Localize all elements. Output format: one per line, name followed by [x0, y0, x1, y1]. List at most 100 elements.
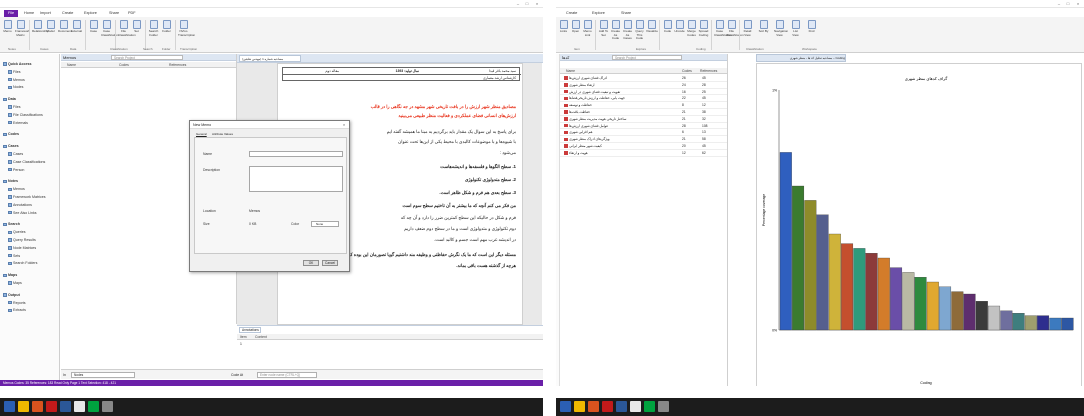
media-icon[interactable]: [32, 401, 43, 412]
tab-create[interactable]: Create: [564, 10, 579, 17]
chart-bar[interactable]: [988, 305, 1001, 331]
chart-bar[interactable]: [877, 257, 890, 331]
table-row[interactable]: ارتقاء منظر شهری 24 28: [560, 82, 727, 89]
search-folder-button[interactable]: Search Folder: [148, 20, 159, 37]
nav-notes[interactable]: Notes: [3, 179, 18, 183]
nvivo-icon[interactable]: [88, 401, 99, 412]
nav-file-classifications[interactable]: File Classifications: [8, 113, 43, 117]
tab-import[interactable]: Import: [38, 10, 53, 17]
nav-sets[interactable]: Sets: [8, 254, 20, 258]
tab-pdf[interactable]: PDF: [126, 10, 138, 17]
table-row[interactable]: هم ‌افزایی شهری 6 13: [560, 129, 727, 137]
tab-attribute-values[interactable]: Attribute Values: [212, 132, 233, 136]
tab-file[interactable]: File: [4, 10, 18, 17]
word-icon[interactable]: [60, 401, 71, 412]
nav-queries[interactable]: Queries: [8, 230, 26, 234]
chart-bar[interactable]: [853, 248, 866, 331]
sort-by-button[interactable]: Sort By: [758, 20, 769, 34]
nav-person[interactable]: Person: [8, 168, 24, 172]
chart-bar[interactable]: [975, 301, 988, 331]
framework-matrix-button[interactable]: Framework Matrix: [15, 20, 30, 37]
annotation-item[interactable]: 1: [240, 342, 242, 346]
description-input[interactable]: [249, 166, 343, 192]
tab-explore[interactable]: Explore: [590, 10, 607, 17]
tab-share[interactable]: Share: [619, 10, 633, 17]
add-to-set-button[interactable]: Add To Set: [598, 20, 609, 37]
create-as-code-button[interactable]: Create As Code: [610, 20, 621, 41]
col-codes[interactable]: Codes: [682, 69, 692, 73]
chart-bar[interactable]: [865, 253, 878, 331]
col-references[interactable]: References: [700, 69, 717, 73]
list-view-button[interactable]: List View: [790, 20, 801, 37]
detail-view-button[interactable]: Detail View: [742, 20, 753, 37]
chrome-icon[interactable]: [74, 401, 85, 412]
settings-icon[interactable]: [102, 401, 113, 412]
chart-bar[interactable]: [804, 200, 817, 331]
search-input[interactable]: Search Project: [612, 55, 682, 60]
case-classification-button[interactable]: Case Classification: [714, 20, 732, 37]
annotations-tab[interactable]: Annotations: [239, 327, 261, 333]
find-button[interactable]: Find: [806, 20, 817, 34]
tab-explore[interactable]: Explore: [82, 10, 99, 17]
windows-icon[interactable]: [4, 401, 15, 412]
table-row[interactable]: کیفیت شهر منظر ایرانی 20 45: [560, 143, 727, 150]
nav-files[interactable]: Files: [8, 70, 21, 74]
chart-bar[interactable]: [828, 233, 841, 331]
document-button[interactable]: Document: [58, 20, 72, 34]
nav-maps[interactable]: Maps: [8, 281, 22, 285]
open-button[interactable]: Open: [570, 20, 581, 34]
maximize-icon[interactable]: □: [524, 2, 530, 6]
uncode-button[interactable]: Uncode: [674, 20, 685, 34]
chart-bar[interactable]: [1024, 315, 1037, 331]
nav-nodes[interactable]: Nodes: [8, 85, 23, 89]
chart-bar[interactable]: [939, 286, 952, 331]
nav-files[interactable]: Files: [8, 105, 21, 109]
col-codes[interactable]: Codes: [119, 63, 129, 67]
chart-bar[interactable]: [1037, 315, 1050, 331]
table-row[interactable]: ویژگی‌های ادراک منظر شهری 21 58: [560, 136, 727, 143]
chart-bar[interactable]: [1049, 317, 1062, 331]
tab-share[interactable]: Share: [107, 10, 121, 17]
settings-icon[interactable]: [658, 401, 669, 412]
search-input[interactable]: Search Project: [111, 55, 183, 60]
chart-bar[interactable]: [926, 281, 939, 331]
chart-bar[interactable]: [779, 152, 792, 331]
memo-button[interactable]: Memo: [2, 20, 13, 34]
nav-memos[interactable]: Memos: [8, 187, 25, 191]
nav-search-folders[interactable]: Search Folders: [8, 261, 37, 265]
nav-quick-access[interactable]: Quick Access: [3, 62, 31, 66]
chart-bar[interactable]: [963, 293, 976, 331]
code-at-input[interactable]: Enter node name (CTRL+Q): [257, 372, 317, 378]
chart-bar[interactable]: [816, 214, 829, 331]
query-this-code-button[interactable]: Query This Code: [634, 20, 645, 41]
nav-case-classifications[interactable]: Case Classifications: [8, 160, 45, 164]
case-button[interactable]: Case: [88, 20, 99, 34]
file-classification-button[interactable]: File Classification: [726, 20, 744, 37]
create-as-cases-button[interactable]: Create As Cases: [622, 20, 633, 41]
minimize-icon[interactable]: –: [515, 2, 521, 6]
nav-maps[interactable]: Maps: [3, 273, 17, 277]
col-references[interactable]: References: [169, 63, 186, 67]
col-name[interactable]: Name: [566, 69, 575, 73]
nav-cases[interactable]: Cases: [8, 152, 23, 156]
minimize-icon[interactable]: –: [1056, 2, 1062, 6]
close-icon[interactable]: ×: [534, 2, 540, 6]
nvivo-transcription-button[interactable]: NVivo Transcription: [178, 20, 195, 37]
cancel-button[interactable]: Cancel: [322, 260, 338, 266]
chart-bar[interactable]: [1000, 310, 1013, 331]
nav-annotations[interactable]: Annotations: [8, 203, 32, 207]
navigation-view-button[interactable]: Navigation View: [774, 20, 788, 37]
relationship-button[interactable]: Relationship: [32, 20, 49, 34]
maximize-icon[interactable]: □: [1065, 2, 1071, 6]
nav-search[interactable]: Search: [3, 222, 20, 226]
table-row[interactable]: عوامل فضای شهری ارزش‌ها 28 108: [560, 123, 727, 130]
nav-data[interactable]: Data: [3, 97, 16, 101]
windows-icon[interactable]: [560, 401, 571, 412]
nav-query-results[interactable]: Query Results: [8, 238, 36, 242]
name-input[interactable]: [249, 151, 343, 157]
chart-bar[interactable]: [914, 277, 927, 331]
nav-externals[interactable]: Externals: [8, 121, 28, 125]
nav-memos[interactable]: Memos: [8, 78, 25, 82]
chart-bar[interactable]: [1061, 317, 1074, 331]
spread-coding-button[interactable]: Spread Coding: [698, 20, 709, 37]
